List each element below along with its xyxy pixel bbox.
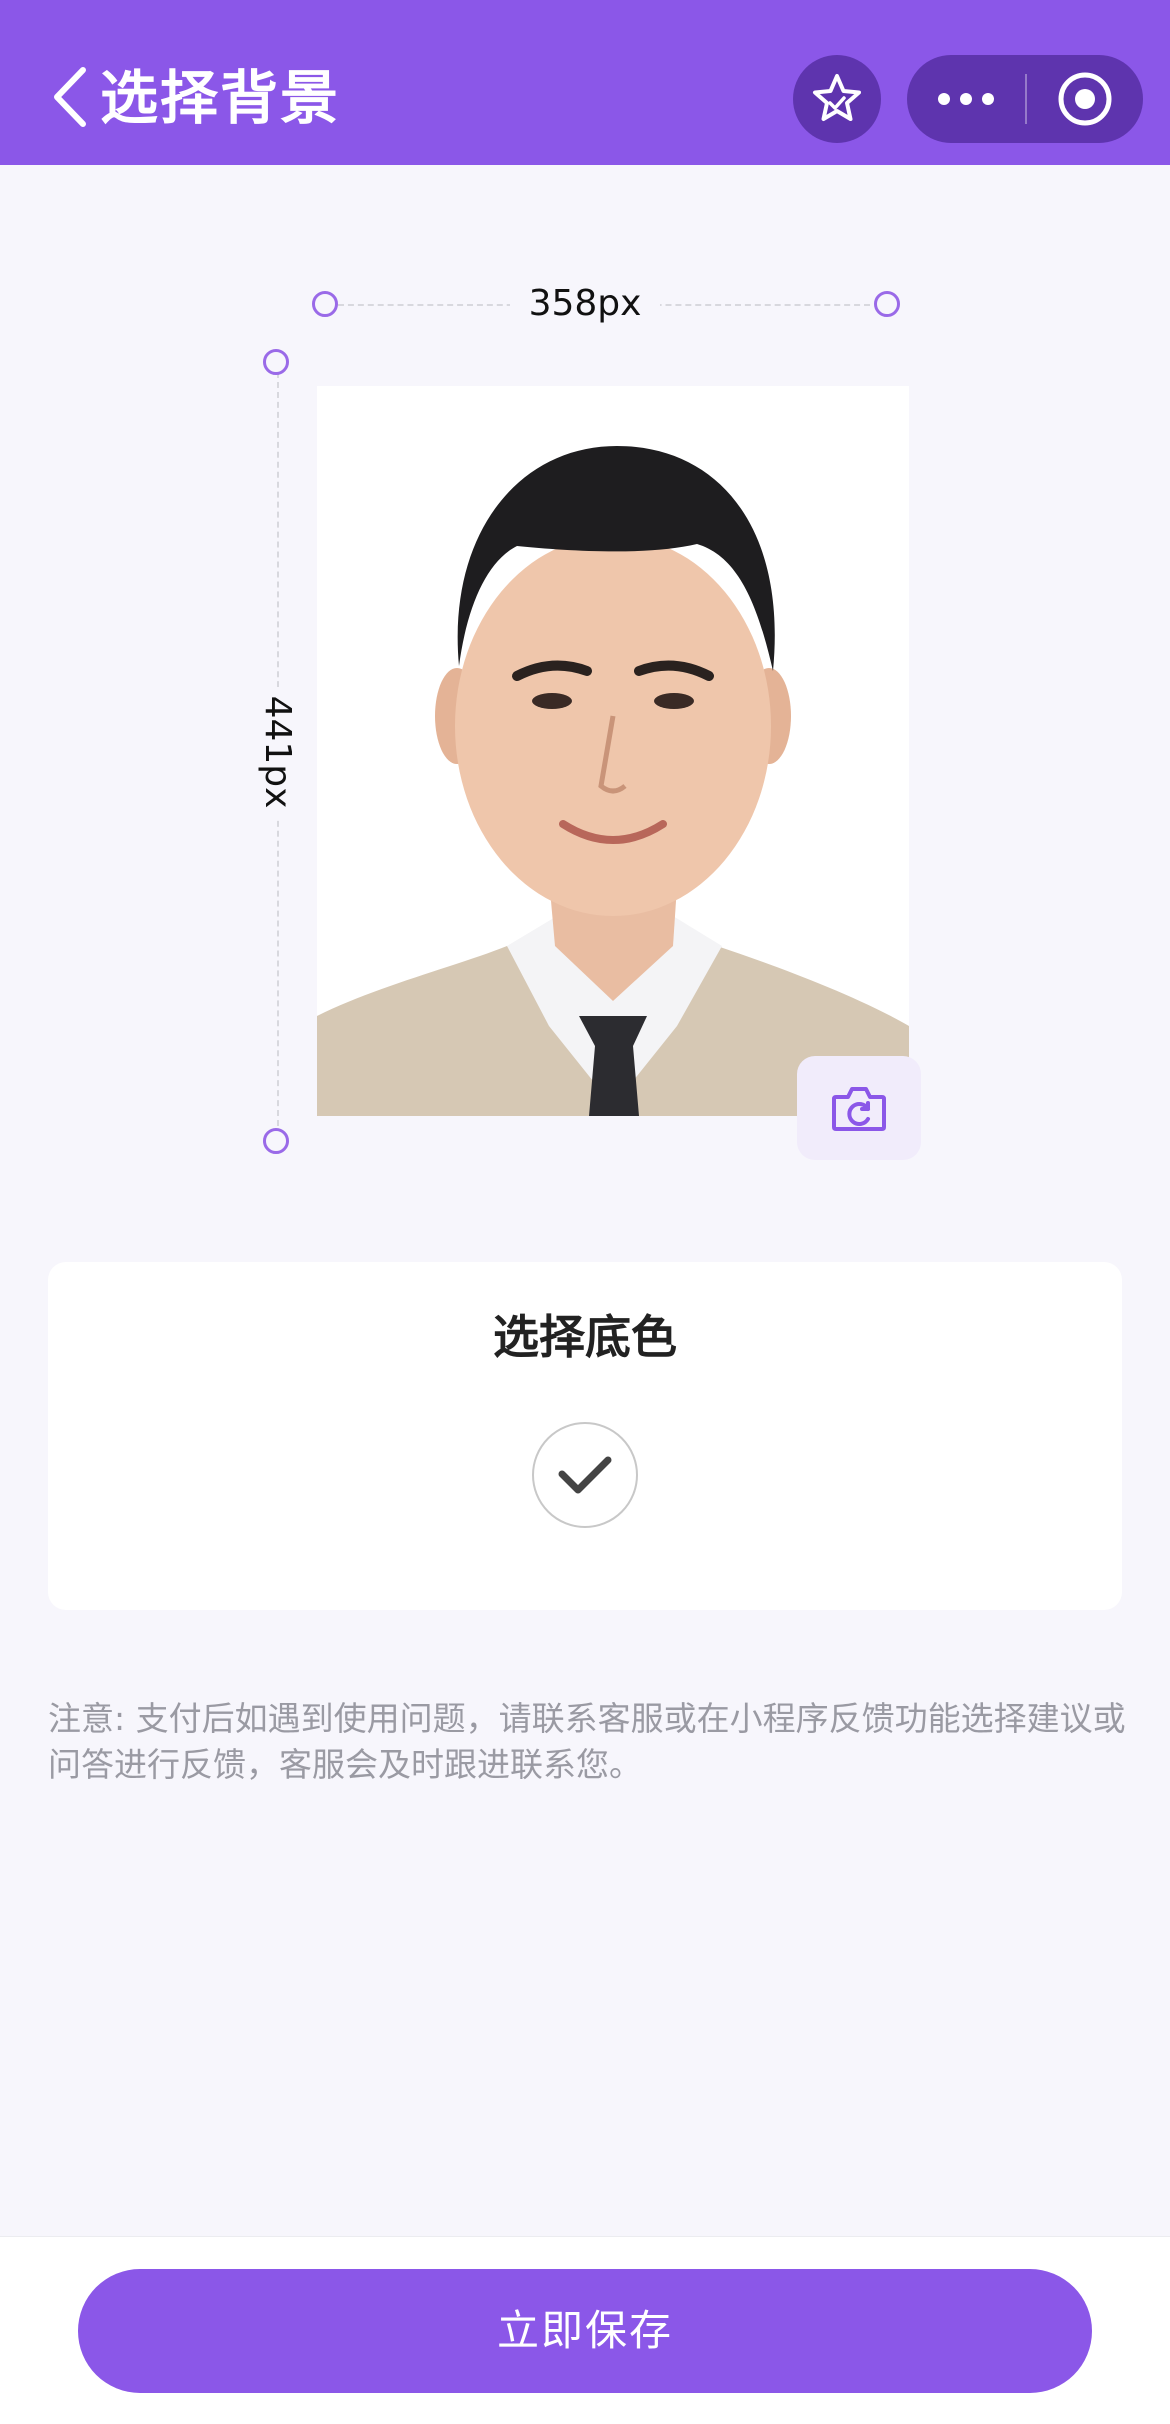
more-button[interactable] [907, 55, 1025, 143]
back-button[interactable] [44, 62, 94, 132]
id-photo-preview [317, 386, 909, 1116]
card-title: 选择底色 [493, 1310, 677, 1364]
miniprogram-capsule [907, 55, 1143, 143]
close-miniprogram-button[interactable] [1027, 55, 1143, 143]
change-photo-button[interactable] [797, 1056, 921, 1160]
back-arrow-icon [54, 67, 86, 127]
close-circle-icon [1058, 72, 1112, 126]
bottom-bar: 立即保存 [0, 2236, 1170, 2424]
height-label: 441px [251, 687, 303, 817]
width-label: 358px [510, 278, 660, 330]
usage-note: 注意: 支付后如遇到使用问题，请联系客服或在小程序反馈功能选择建议或问答进行反馈… [48, 1699, 1126, 1784]
more-dots-icon [938, 93, 994, 105]
checkmark-icon [558, 1456, 612, 1494]
star-icon [813, 74, 861, 121]
width-guide-handle-right [874, 291, 900, 317]
height-guide-handle-bottom [263, 1128, 289, 1154]
favorite-button[interactable] [793, 55, 881, 143]
nav-bar: 选择背景 [0, 0, 1170, 165]
width-guide-handle-left [312, 291, 338, 317]
camera-rotate-icon [832, 1087, 886, 1131]
page-title: 选择背景 [100, 64, 341, 132]
height-guide-handle-top [263, 349, 289, 375]
portrait-photo [317, 386, 909, 1116]
background-color-card: 选择底色 [48, 1262, 1122, 1610]
save-button[interactable]: 立即保存 [78, 2269, 1092, 2393]
color-swatch-white[interactable] [532, 1422, 638, 1528]
